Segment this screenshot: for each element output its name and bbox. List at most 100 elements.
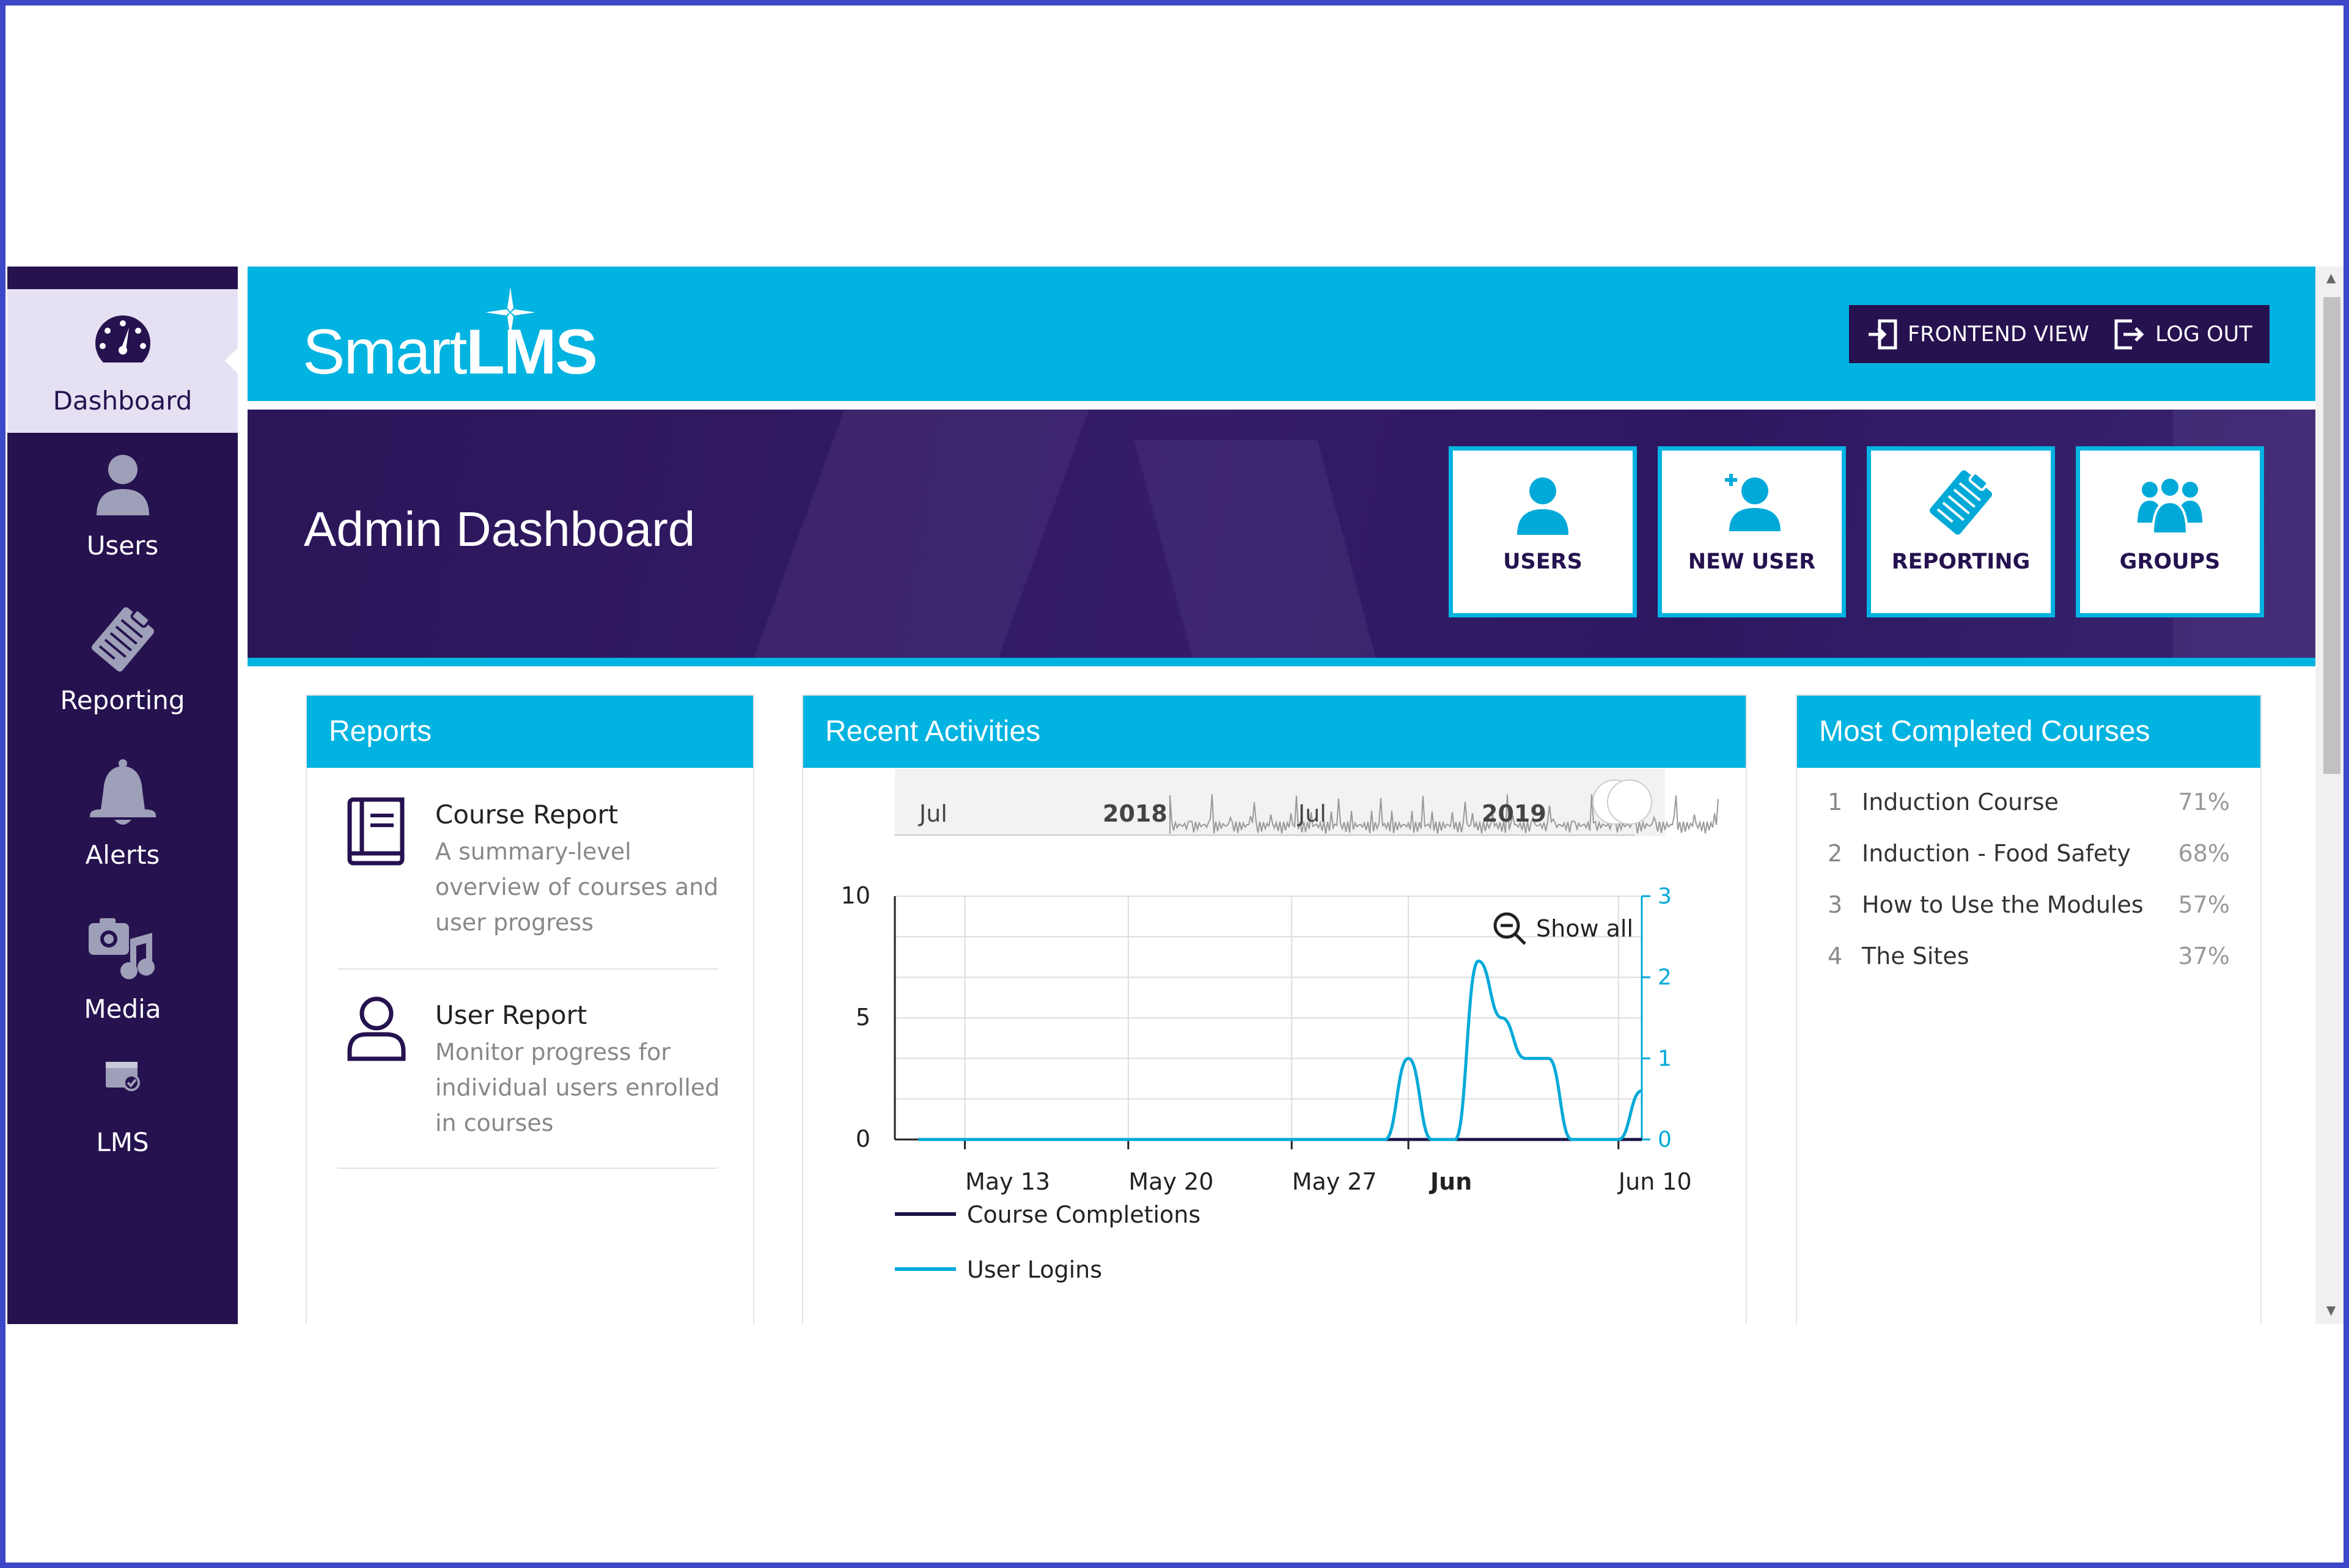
- media-icon: [88, 918, 155, 979]
- navigator-label: Jul: [1297, 800, 1326, 827]
- course-report-description: A summary-level overview of courses and …: [435, 838, 719, 936]
- frontend-view-button[interactable]: FRONTEND VIEW: [1849, 305, 2106, 363]
- scroll-down-arrow[interactable]: ▼: [2326, 1303, 2336, 1317]
- sidebar-item-label: Users: [86, 531, 159, 561]
- y-right-tick-label: 2: [1658, 965, 1672, 990]
- quick-link-new-user[interactable]: NEW USER: [1658, 446, 1846, 617]
- navigator-handle: [1607, 779, 1652, 825]
- quick-link-label: REPORTING: [1891, 550, 2031, 574]
- show-all-button[interactable]: Show all: [1492, 911, 1633, 946]
- clipboard-icon: [1930, 470, 1992, 535]
- x-tick-label: May 27: [1292, 1168, 1377, 1195]
- show-all-label: Show all: [1536, 915, 1634, 942]
- course-name: The Sites: [1862, 943, 1969, 970]
- frontend-view-label: FRONTEND VIEW: [1908, 322, 2089, 347]
- top-header: SmartLMS FRONTEND VIEW LOG OUT: [248, 267, 2315, 401]
- user-report-link[interactable]: User Report: [435, 1000, 587, 1030]
- y-right-tick-label: 0: [1658, 1127, 1672, 1152]
- most-completed-courses-panel: Most Completed Courses 1 Induction Cours…: [1796, 694, 2262, 1324]
- legend-label: User Logins: [967, 1256, 1102, 1283]
- log-out-button[interactable]: LOG OUT: [2097, 305, 2270, 363]
- y-right-tick-label: 1: [1658, 1046, 1672, 1071]
- bell-icon: [89, 759, 156, 825]
- course-name: Induction Course: [1862, 789, 2059, 815]
- sidebar-item-label: Media: [84, 994, 161, 1024]
- sidebar-item-label: Dashboard: [53, 386, 193, 416]
- y-right-tick-label: 3: [1658, 884, 1672, 909]
- course-percent: 68%: [2178, 840, 2230, 867]
- reports-panel: Reports Course Report A summary-level ov…: [306, 694, 754, 1324]
- course-percent: 57%: [2178, 891, 2230, 918]
- sidebar-item-label: Reporting: [60, 685, 185, 715]
- enter-icon: [1869, 319, 1897, 349]
- quick-link-reporting[interactable]: REPORTING: [1867, 446, 2055, 617]
- sidebar-item-reporting[interactable]: Reporting: [7, 587, 238, 731]
- zoom-out-icon: [1493, 912, 1526, 945]
- course-name: How to Use the Modules: [1862, 891, 2144, 918]
- x-tick-label: May 20: [1128, 1168, 1213, 1195]
- y-left-tick-label: 10: [841, 882, 870, 909]
- user-report-description: Monitor progress for individual users en…: [435, 1039, 720, 1136]
- series-line-user-logins: [918, 959, 1642, 1141]
- navigator-label: Jul: [918, 800, 947, 827]
- y-left-tick-label: 5: [856, 1004, 870, 1031]
- sidebar-item-lms[interactable]: LMS: [7, 1040, 238, 1183]
- quick-link-users[interactable]: USERS: [1449, 446, 1637, 617]
- most-completed-courses-title: Most Completed Courses: [1797, 696, 2260, 768]
- course-percent: 71%: [2178, 789, 2230, 815]
- course-rank: 3: [1828, 891, 1843, 918]
- person-outline-icon: [347, 996, 406, 1061]
- add-user-icon: [1725, 474, 1781, 531]
- x-tick-label: Jun: [1428, 1168, 1472, 1195]
- book-icon: [347, 797, 405, 866]
- banner-decoration: [1134, 440, 1378, 658]
- quick-link-label: GROUPS: [2119, 550, 2221, 574]
- user-icon: [1517, 477, 1568, 535]
- logo-star-icon: [485, 287, 535, 337]
- quick-link-label: USERS: [1503, 550, 1583, 574]
- lms-icon: [105, 1062, 140, 1091]
- course-report-item[interactable]: Course Report A summary-level overview o…: [337, 768, 718, 970]
- user-icon: [96, 455, 149, 515]
- sidebar-item-label: LMS: [96, 1127, 149, 1157]
- quick-link-groups[interactable]: GROUPS: [2076, 446, 2264, 617]
- course-name: Induction - Food Safety: [1862, 840, 2131, 867]
- navigator-label: 2018: [1103, 800, 1167, 827]
- page-scrollbar[interactable]: ▲ ▼: [2315, 267, 2348, 1324]
- course-rank: 2: [1828, 840, 1843, 867]
- logout-icon: [2114, 319, 2144, 349]
- smartlms-logo[interactable]: SmartLMS: [303, 320, 598, 384]
- app-window: Dashboard Users Reporting Alerts Media L…: [7, 267, 2348, 1324]
- sidebar-item-dashboard[interactable]: Dashboard: [7, 289, 238, 433]
- sidebar-item-label: Alerts: [85, 840, 160, 870]
- user-report-item[interactable]: User Report Monitor progress for individ…: [337, 968, 719, 1169]
- course-report-link[interactable]: Course Report: [435, 800, 618, 830]
- course-rank: 1: [1828, 789, 1843, 815]
- dashboard-gauge-icon: [95, 315, 150, 363]
- reports-title: Reports: [307, 696, 753, 768]
- log-out-label: LOG OUT: [2155, 322, 2252, 347]
- admin-banner: Admin Dashboard USERS NEW USER REPORTING…: [248, 410, 2315, 666]
- activities-chart: Jul 2018 Jul 2019 0 5 10 0 1 2 3 May 13 May 20 May 27…: [841, 769, 1719, 1283]
- sidebar-item-users[interactable]: Users: [7, 433, 238, 576]
- x-tick-label: Jun 10: [1617, 1168, 1692, 1195]
- navigator-background: [895, 769, 1665, 836]
- sidebar-item-alerts[interactable]: Alerts: [7, 742, 238, 886]
- navigator-label: 2019: [1482, 800, 1546, 827]
- y-left-tick-label: 0: [856, 1125, 870, 1152]
- course-percent: 37%: [2178, 943, 2230, 970]
- legend-label: Course Completions: [967, 1201, 1200, 1228]
- group-icon: [2138, 476, 2202, 535]
- banner-decoration: [751, 410, 1089, 658]
- scroll-up-arrow[interactable]: ▲: [2326, 270, 2336, 285]
- sidebar: Dashboard Users Reporting Alerts Media L…: [7, 267, 238, 1324]
- recent-activities-title: Recent Activities: [803, 696, 1746, 768]
- x-tick-label: May 13: [965, 1168, 1050, 1195]
- page-title: Admin Dashboard: [304, 502, 696, 556]
- course-rank: 4: [1828, 943, 1843, 970]
- clipboard-icon: [91, 607, 154, 672]
- recent-activities-panel: Recent Activities Jul 2018 Jul 2019 0 5 10 0 1 2 3…: [802, 694, 1747, 1324]
- scrollbar-thumb[interactable]: [2323, 297, 2340, 774]
- sidebar-item-media[interactable]: Media: [7, 896, 238, 1040]
- quick-link-label: NEW USER: [1688, 550, 1816, 574]
